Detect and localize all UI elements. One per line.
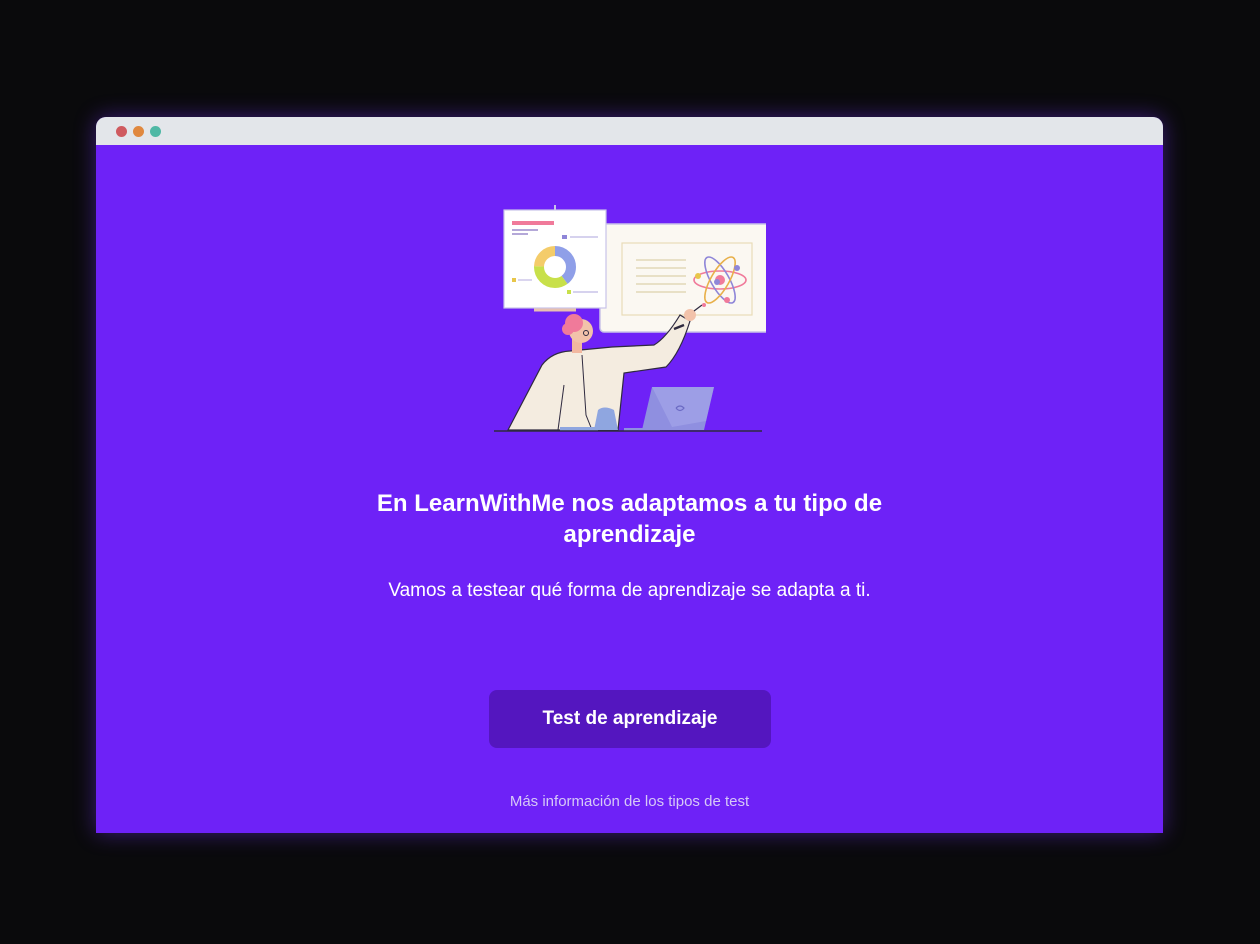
close-window-icon[interactable]: [116, 125, 127, 137]
window-titlebar: [96, 117, 1163, 145]
minimize-window-icon[interactable]: [133, 125, 144, 137]
page-subtitle: Vamos a testear qué forma de aprendizaje…: [388, 580, 871, 601]
maximize-window-icon[interactable]: [150, 125, 161, 137]
learning-test-button[interactable]: Test de aprendizaje: [489, 690, 771, 748]
main-content: En LearnWithMe nos adaptamos a tu tipo d…: [96, 145, 1163, 833]
teacher-illustration-icon: [494, 205, 766, 432]
browser-window: En LearnWithMe nos adaptamos a tu tipo d…: [96, 117, 1163, 833]
page-headline: En LearnWithMe nos adaptamos a tu tipo d…: [376, 490, 883, 548]
more-info-link[interactable]: Más información de los tipos de test: [96, 793, 1163, 810]
